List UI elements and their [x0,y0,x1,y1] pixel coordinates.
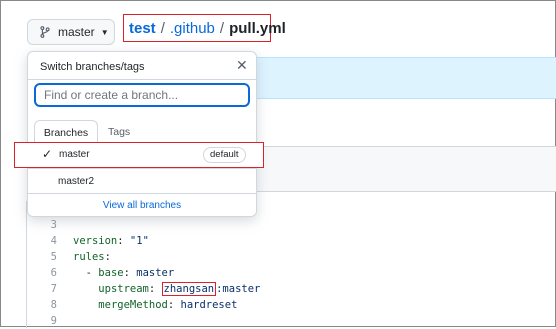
yaml-value: :master [216,283,261,295]
line-number: 3 [50,219,57,231]
code-line: 6 - base: master [27,265,547,281]
yaml-colon: : [123,267,137,279]
code-line: 3 [27,217,547,233]
line-number: 9 [50,315,57,327]
yaml-indent [73,299,98,311]
yaml-indent [73,283,98,295]
line-number: 5 [50,251,57,263]
line-number: 6 [50,267,57,279]
yaml-colon: : [148,283,162,295]
branch-select-button[interactable]: master ▼ [27,19,115,45]
breadcrumb: test / .github / pull.yml [123,14,286,42]
breadcrumb-separator: / [160,19,165,37]
breadcrumb-separator: / [219,19,225,37]
line-number: 8 [50,299,57,311]
git-branch-icon [40,26,50,38]
code-line: 5 rules: [27,249,547,265]
breadcrumb-dir-link[interactable]: .github [170,20,215,37]
divider [28,79,256,80]
branch-switcher-dropdown: Switch branches/tags ✕ Branches Tags ✓ m… [14,51,264,217]
tab-tags[interactable]: Tags [108,126,130,138]
yaml-key: mergeMethod [98,299,168,311]
divider [28,168,256,169]
yaml-key: rules [73,251,105,263]
code-line: 7 upstream: zhangsan:master [27,281,547,297]
info-banner [251,57,556,99]
yaml-colon: : [104,251,111,263]
caret-down-icon: ▼ [100,27,109,37]
highlighted-username: zhangsan [161,282,217,296]
code-line: 4 version: "1" [27,233,547,249]
yaml-key: version [73,235,118,247]
breadcrumb-file: pull.yml [229,19,286,37]
breadcrumb-repo-link[interactable]: test [129,20,156,37]
branch-item-master[interactable]: ✓ master default [14,142,264,168]
yaml-colon: : [167,299,181,311]
branch-name: master [59,149,90,160]
yaml-value: hardreset [180,299,238,311]
default-badge: default [203,147,246,163]
branch-item-master2[interactable]: master2 [58,176,94,187]
branch-button-label: master [58,25,95,39]
file-header-bar [251,146,556,192]
yaml-colon: : [117,235,130,247]
dropdown-title: Switch branches/tags [40,61,145,73]
divider [28,193,256,194]
yaml-value: master [136,267,175,279]
close-icon[interactable]: ✕ [236,57,248,74]
yaml-indent: - [73,267,99,279]
code-line: 8 mergeMethod: hardreset [27,297,547,313]
tab-branches-label: Branches [43,126,89,139]
yaml-key: base [98,267,124,279]
line-number: 4 [50,235,57,247]
line-number: 7 [50,283,57,295]
branch-search-input[interactable] [34,83,250,107]
check-icon: ✓ [42,147,53,161]
yaml-value: "1" [129,235,149,247]
yaml-key: upstream [98,283,149,295]
tab-branches[interactable]: Branches [34,120,98,144]
view-all-branches-link[interactable]: View all branches [28,200,256,211]
